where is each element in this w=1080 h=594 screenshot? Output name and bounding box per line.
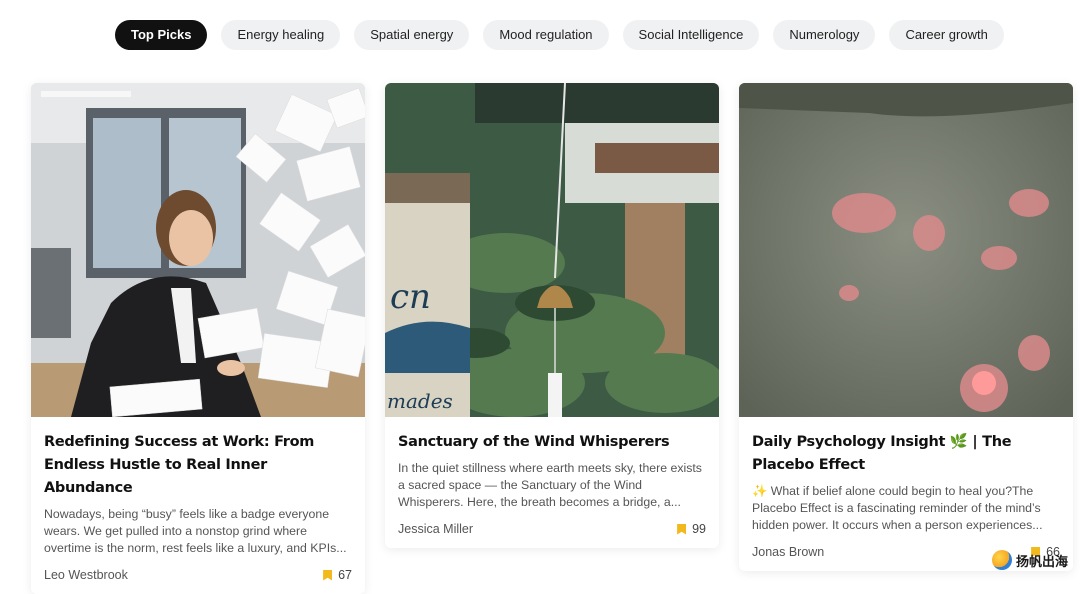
card-excerpt: In the quiet stillness where earth meets… bbox=[398, 461, 702, 509]
card-likes[interactable]: 67 bbox=[323, 568, 352, 582]
card-title[interactable]: Daily Psychology Insight 🌿 | The Placebo… bbox=[752, 431, 1060, 477]
tab-mood-regulation[interactable]: Mood regulation bbox=[483, 20, 609, 50]
office-woman-papers-image[interactable] bbox=[31, 83, 365, 417]
article-card[interactable]: Redefining Success at Work: From Endless… bbox=[31, 83, 365, 594]
sail-logo-icon bbox=[991, 550, 1012, 570]
likes-count: 67 bbox=[338, 568, 352, 582]
svg-text:cn: cn bbox=[390, 277, 431, 317]
tab-energy-healing[interactable]: Energy healing bbox=[221, 20, 341, 50]
likes-count: 99 bbox=[692, 522, 706, 536]
card-likes[interactable]: 99 bbox=[677, 522, 706, 536]
tab-career-growth[interactable]: Career growth bbox=[889, 20, 1004, 50]
tab-social-intelligence[interactable]: Social Intelligence bbox=[622, 20, 760, 50]
card-author: Jessica Miller bbox=[398, 522, 474, 536]
svg-text:mades: mades bbox=[387, 389, 453, 413]
article-card[interactable]: Daily Psychology Insight 🌿 | The Placebo… bbox=[739, 83, 1073, 571]
tab-spatial-energy[interactable]: Spatial energy bbox=[354, 20, 470, 50]
card-title[interactable]: Sanctuary of the Wind Whisperers bbox=[398, 431, 706, 454]
tab-numerology[interactable]: Numerology bbox=[773, 20, 876, 50]
watermark: 扬帆出海 bbox=[991, 550, 1068, 570]
tab-top-picks[interactable]: Top Picks bbox=[115, 20, 208, 50]
card-author: Jonas Brown bbox=[752, 545, 825, 559]
wind-chime-image[interactable]: cn mades bbox=[385, 83, 719, 417]
blurred-flowers-image[interactable] bbox=[739, 83, 1073, 417]
article-card[interactable]: cn mades Sanctuary of the Wind Whisperer… bbox=[385, 83, 719, 548]
category-tabs: Top Picks Energy healing Spatial energy … bbox=[115, 20, 1004, 50]
card-title[interactable]: Redefining Success at Work: From Endless… bbox=[44, 431, 352, 500]
bookmark-icon bbox=[323, 569, 333, 581]
card-author: Leo Westbrook bbox=[44, 568, 128, 582]
card-excerpt: Nowadays, being “busy” feels like a badg… bbox=[44, 507, 347, 555]
bookmark-icon bbox=[677, 523, 687, 535]
watermark-text: 扬帆出海 bbox=[1015, 553, 1068, 569]
card-excerpt: ✨ What if belief alone could begin to he… bbox=[752, 484, 1043, 532]
